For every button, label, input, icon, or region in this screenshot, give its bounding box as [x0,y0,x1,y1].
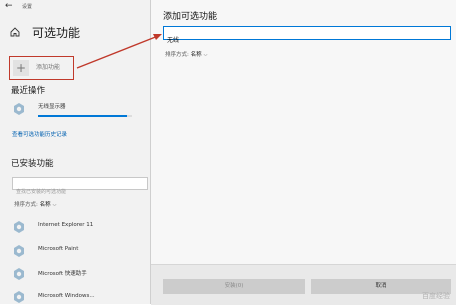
recent-item-name: 无线显示器 [38,104,66,110]
add-feature-button[interactable]: + 添加功能 [9,56,74,80]
installed-search-box[interactable] [12,177,149,198]
dialog-search-input[interactable] [164,34,450,45]
progress-fill [38,115,128,117]
dialog-search-box[interactable] [163,26,451,45]
gear-puzzle-icon [14,103,24,115]
sort-label: 排序方式: [14,202,38,208]
installed-item-name: Microsoft Windows... [38,293,95,299]
gear-puzzle-icon [14,221,24,233]
add-feature-label: 添加功能 [36,64,61,71]
home-icon[interactable] [9,26,21,38]
installed-search-input[interactable] [13,186,149,198]
dialog-footer: 安装(0) 取消 [151,264,456,305]
installed-item-name: Microsoft Paint [38,246,79,252]
installed-section-title: 已安装功能 [11,159,54,169]
installed-sort[interactable]: 排序方式: 名称 ⌵ [14,200,56,208]
history-link[interactable]: 查看可选功能历史记录 [12,130,67,138]
sort-value: 名称 [39,202,51,208]
app-title: 设置 [22,4,33,10]
recent-section-title: 最近操作 [11,86,46,96]
watermark: 百度经验 [422,292,450,300]
sort-label: 排序方式: [165,52,189,58]
dialog-sort[interactable]: 排序方式: 名称 ⌵ [165,50,207,58]
add-feature-dialog: 添加可选功能 排序方式: 名称⌵ 安装(0) 取消 [150,0,456,305]
settings-pane: ← 设置 可选功能 + 添加功能 最近操作 无线显示器 查看可选功能历史记录 已… [0,0,150,304]
gear-puzzle-icon [14,291,24,303]
chevron-down-icon: ⌵ [203,52,208,58]
gear-puzzle-icon [14,268,24,280]
install-progress-bar [38,115,132,117]
plus-icon: + [13,60,29,76]
sort-value: 名称 [190,52,202,58]
back-arrow-icon[interactable]: ← [5,1,13,11]
dialog-title: 添加可选功能 [163,12,218,22]
installed-item-name: Internet Explorer 11 [38,222,94,228]
titlebar: ← 设置 [0,0,150,14]
chevron-down-icon: ⌵ [52,202,57,208]
installed-item-name: Microsoft 快速助手 [38,271,87,277]
gear-puzzle-icon [14,245,24,257]
page-title: 可选功能 [32,26,81,40]
install-button[interactable]: 安装(0) [163,279,305,294]
